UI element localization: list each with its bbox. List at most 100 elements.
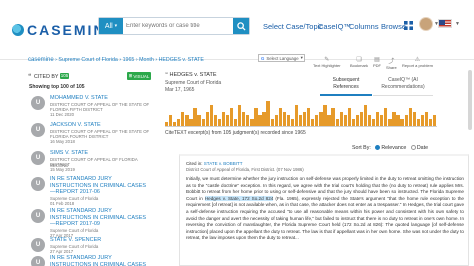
- chart-bar[interactable]: [331, 108, 335, 126]
- chart-bar[interactable]: [217, 118, 222, 126]
- chart-bar[interactable]: [254, 108, 258, 126]
- case-title[interactable]: STATE V. SPENCER: [50, 237, 150, 244]
- chart-bar[interactable]: [400, 118, 404, 126]
- chart-bar[interactable]: [189, 118, 193, 126]
- chart-bar[interactable]: [294, 104, 299, 126]
- nav-select-case-topic[interactable]: Select Case/Topic: [263, 22, 323, 31]
- chart-bar[interactable]: [173, 122, 177, 126]
- list-item[interactable]: U MOHAMMED V. STATE DISTRICT COURT OF AP…: [28, 95, 154, 125]
- chart-bar[interactable]: [205, 111, 209, 126]
- chart-bar[interactable]: [270, 118, 274, 126]
- sort-date-label[interactable]: Date: [417, 145, 428, 151]
- cited-in-case-link[interactable]: STATE v. BOBBITT: [204, 161, 243, 166]
- chart-bar[interactable]: [339, 111, 343, 126]
- chart-bar[interactable]: [274, 115, 278, 126]
- sort-relevance-label[interactable]: Relevance: [381, 145, 406, 151]
- search-button[interactable]: [233, 18, 249, 34]
- chart-bar[interactable]: [262, 111, 266, 126]
- chart-bar[interactable]: [298, 115, 303, 126]
- chart-bar[interactable]: [181, 111, 185, 126]
- chart-bar[interactable]: [372, 118, 376, 126]
- chart-bar[interactable]: [221, 111, 226, 126]
- share-button[interactable]: ⤴ Share: [386, 56, 397, 70]
- list-item[interactable]: U SIMS V. STATE DISTRICT COURT OF APPEAL…: [28, 150, 154, 178]
- chart-bar[interactable]: [355, 115, 360, 126]
- chart-bar[interactable]: [359, 111, 364, 126]
- chart-bar[interactable]: [315, 115, 319, 126]
- page-scrollbar[interactable]: [468, 70, 472, 130]
- case-title[interactable]: IN RE STANDARD JURY INSTRUCTIONS IN CRIM…: [50, 176, 150, 196]
- chart-bar[interactable]: [197, 115, 201, 126]
- pdf-button[interactable]: ▤ PDF: [373, 56, 381, 68]
- chart-bar[interactable]: [250, 118, 254, 126]
- chart-bar[interactable]: [177, 118, 181, 126]
- list-item[interactable]: U JACKSON V. STATE DISTRICT COURT OF APP…: [28, 122, 154, 150]
- chart-bar[interactable]: [246, 115, 250, 126]
- search-input[interactable]: [123, 18, 233, 34]
- case-title[interactable]: IN RE STANDARD JURY INSTRUCTIONS IN CRIM…: [50, 208, 150, 228]
- chart-bar[interactable]: [376, 111, 380, 126]
- chart-bar[interactable]: [169, 115, 173, 126]
- case-title[interactable]: JACKSON V. STATE: [50, 122, 150, 129]
- chart-bar[interactable]: [412, 111, 416, 126]
- chart-bar[interactable]: [343, 115, 347, 126]
- list-item[interactable]: U IN RE STANDARD JURY INSTRUCTIONS IN CR…: [28, 255, 154, 266]
- chart-bar[interactable]: [335, 118, 339, 126]
- chart-bar[interactable]: [384, 108, 388, 126]
- chart-bar[interactable]: [408, 108, 412, 126]
- chart-bar[interactable]: [229, 108, 234, 126]
- chart-bar[interactable]: [290, 118, 295, 126]
- breadcrumb-year[interactable]: 1965: [123, 57, 135, 63]
- chart-bar[interactable]: [311, 118, 315, 126]
- chart-bar[interactable]: [213, 115, 217, 126]
- language-select[interactable]: G Select Language ▾: [258, 54, 305, 62]
- chart-bar[interactable]: [396, 115, 400, 126]
- chart-bar[interactable]: [424, 111, 429, 126]
- search-scope-select[interactable]: All ▾: [99, 18, 123, 34]
- menu-grid-icon[interactable]: [404, 21, 413, 30]
- chart-bar[interactable]: [319, 111, 323, 126]
- chart-bar[interactable]: [347, 108, 351, 126]
- chart-bar[interactable]: [404, 115, 408, 126]
- chart-bar[interactable]: [307, 108, 311, 126]
- sort-relevance-radio[interactable]: [375, 145, 381, 151]
- chart-bar[interactable]: [258, 115, 262, 126]
- sort-date-radio[interactable]: [410, 145, 416, 151]
- chart-bar[interactable]: [420, 115, 424, 126]
- chart-bar[interactable]: [238, 104, 242, 126]
- text-highlighter-button[interactable]: ✎ Text Highlighter: [313, 56, 341, 68]
- case-title[interactable]: SIMS V. STATE: [50, 150, 150, 157]
- casemine-logo-icon[interactable]: [12, 24, 24, 36]
- chart-bar[interactable]: [327, 115, 331, 126]
- chart-bar[interactable]: [193, 108, 197, 126]
- language-chevron-down-icon[interactable]: ▼: [455, 21, 460, 27]
- list-item[interactable]: U IN RE STANDARD JURY INSTRUCTIONS IN CR…: [28, 208, 154, 238]
- visual-button[interactable]: ⊞ VISUAL: [127, 72, 151, 80]
- chart-bar[interactable]: [286, 115, 291, 126]
- bookmark-button[interactable]: ❏ Bookmark: [350, 56, 368, 68]
- breadcrumb-home[interactable]: casemine: [28, 57, 54, 63]
- nav-browse[interactable]: Browse: [381, 22, 406, 31]
- report-problem-button[interactable]: ⚠ Report a problem: [402, 56, 433, 68]
- excerpt-highlight[interactable]: Hedges v. State, 172 So.2d 824: [204, 195, 274, 201]
- chart-bar[interactable]: [416, 118, 420, 126]
- nav-caseiq[interactable]: CaseIQ™: [318, 22, 351, 31]
- chart-bar[interactable]: [367, 115, 372, 126]
- case-title[interactable]: IN RE STANDARD JURY INSTRUCTIONS IN CRIM…: [50, 255, 150, 266]
- breadcrumb-month[interactable]: Month: [139, 57, 154, 63]
- chart-bar[interactable]: [380, 115, 384, 126]
- chart-bar[interactable]: [278, 108, 282, 126]
- user-avatar[interactable]: [419, 17, 433, 31]
- chart-bar[interactable]: [392, 111, 396, 126]
- tab-caseiq-recommendations[interactable]: CaseIQ™ (AI Recommendations): [373, 74, 433, 96]
- chart-bar[interactable]: [303, 111, 307, 126]
- chart-bar[interactable]: [282, 111, 286, 126]
- tab-subsequent-references[interactable]: Subsequent References: [320, 74, 372, 96]
- chart-bar[interactable]: [428, 118, 433, 126]
- chart-bar[interactable]: [242, 111, 246, 126]
- chart-bar[interactable]: [266, 101, 270, 126]
- nav-columns[interactable]: Columns: [349, 22, 379, 31]
- chart-bar[interactable]: [351, 118, 355, 126]
- chart-bar[interactable]: [225, 115, 230, 126]
- chart-bar[interactable]: [209, 104, 213, 126]
